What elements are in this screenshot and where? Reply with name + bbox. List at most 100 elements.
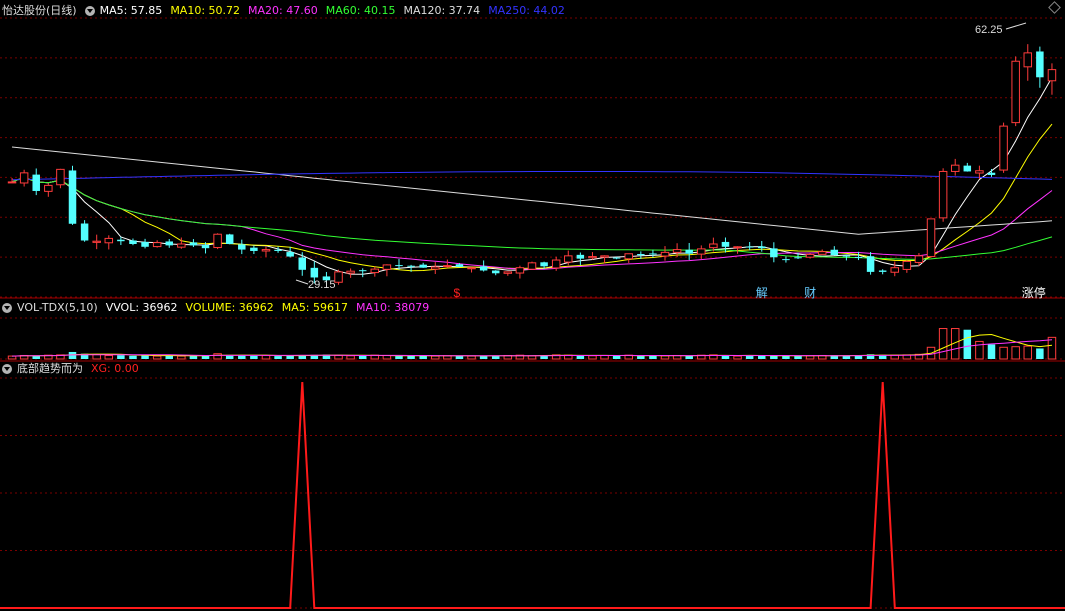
- candle-down: [286, 252, 294, 257]
- ma-legend-item-2: MA20: 47.60: [248, 4, 318, 17]
- candle-up: [902, 260, 912, 270]
- candle-down: [238, 244, 246, 250]
- volume-bar-down: [794, 356, 802, 359]
- candle-up: [527, 262, 537, 270]
- volume-bar-down: [721, 355, 730, 359]
- main-menu-icon[interactable]: [84, 6, 95, 16]
- volume-bar-up: [152, 355, 162, 360]
- candle-up: [104, 237, 114, 244]
- volume-bar-down: [250, 355, 258, 359]
- xg-signal-line: [0, 381, 1065, 609]
- volume-bar-up: [733, 355, 742, 360]
- volume-legend-item-3: MA10: 38079: [356, 301, 430, 314]
- volume-bar-down: [987, 344, 996, 359]
- volume-bar-up: [1047, 336, 1057, 360]
- candle-down: [878, 270, 887, 272]
- ma-legend-item-5: MA250: 44.02: [488, 4, 565, 17]
- candle-down: [576, 254, 585, 259]
- indicator-panel-header: 底部趋势而为 XG: 0.00: [2, 361, 139, 377]
- volume-bar-up: [1023, 345, 1033, 360]
- ma-legend: MA5: 57.85 MA10: 50.72 MA20: 47.60 MA60: 40…: [100, 3, 565, 19]
- volume-bar-up: [467, 355, 476, 360]
- candle-down: [250, 247, 258, 251]
- candle-down: [80, 223, 89, 241]
- candle-up: [600, 255, 609, 258]
- volume-legend-item-2: MA5: 59617: [281, 301, 349, 314]
- candle-down: [757, 246, 766, 249]
- candle-down: [830, 249, 839, 256]
- event-marker[interactable]: 财: [804, 286, 816, 300]
- volume-bar-down: [479, 356, 488, 359]
- candle-down: [794, 257, 802, 259]
- low-price-label: 29.15: [308, 279, 336, 291]
- candle-down: [479, 266, 488, 271]
- candle-down: [274, 249, 282, 251]
- candle-down: [310, 267, 319, 278]
- volume-bar-up: [104, 354, 114, 360]
- volume-indicator-title[interactable]: VOL-TDX(5,10): [17, 300, 98, 316]
- candle-down: [649, 253, 657, 255]
- volume-bar-down: [757, 355, 766, 359]
- volume-bar-down: [576, 355, 585, 359]
- candle-up: [672, 249, 682, 253]
- volume-ma-lines: [11, 333, 1053, 357]
- event-marker[interactable]: 涨停: [1022, 285, 1046, 300]
- candle-up: [152, 242, 162, 248]
- ma60-line: [11, 176, 1053, 260]
- volume-bar-down: [637, 356, 645, 359]
- candle-up: [92, 240, 101, 243]
- candle-down: [141, 241, 149, 247]
- candle-down: [491, 270, 500, 274]
- candle-up: [56, 168, 65, 186]
- candle-up: [515, 267, 525, 274]
- indicator-title[interactable]: 底部趋势而为: [17, 361, 83, 377]
- candle-up: [950, 164, 960, 172]
- candle-down: [129, 240, 137, 244]
- volume-menu-icon[interactable]: [2, 303, 12, 313]
- candle-down: [721, 241, 730, 247]
- volume-bar-down: [129, 355, 137, 359]
- candle-down: [455, 264, 464, 268]
- volume-bar-up: [261, 354, 271, 360]
- volume-bar-down: [854, 355, 863, 359]
- high-price-arrow: [1005, 22, 1027, 30]
- volume-bar-down: [117, 355, 125, 359]
- candle-up: [467, 267, 476, 270]
- volume-bar-up: [938, 328, 948, 360]
- indicator-menu-icon[interactable]: [2, 364, 12, 374]
- candle-up: [503, 271, 513, 274]
- volume-bar-down: [358, 355, 367, 359]
- volume-bar-down: [274, 356, 282, 359]
- xg-line: [0, 381, 1065, 609]
- volume-bar-down: [782, 355, 790, 359]
- volume-bar-up: [527, 355, 537, 360]
- candle-up: [975, 170, 984, 174]
- candle-up: [443, 265, 452, 268]
- candle-down: [68, 170, 77, 224]
- candle-up: [914, 255, 924, 263]
- main-chart-header: 怡达股份(日线) MA5: 57.85 MA10: 50.72 MA20: 47.6…: [2, 3, 565, 19]
- volume-bar-up: [92, 354, 101, 360]
- candle-up: [177, 243, 186, 248]
- candle-down: [395, 265, 403, 267]
- candle-up: [733, 246, 742, 249]
- event-marker[interactable]: $: [453, 286, 460, 300]
- candle-down: [685, 249, 693, 254]
- volume-bar-up: [1011, 346, 1020, 360]
- volume-bar-up: [346, 355, 355, 360]
- candle-down: [225, 234, 234, 244]
- candle-up: [999, 125, 1008, 171]
- ma-legend-item-4: MA120: 37.74: [403, 4, 481, 17]
- candle-down: [540, 262, 548, 267]
- candle-down: [637, 254, 645, 256]
- candle-up: [890, 267, 900, 273]
- volume-bar-down: [685, 355, 693, 359]
- candle-down: [770, 248, 778, 258]
- ma-legend-item-0: MA5: 57.85: [99, 4, 163, 17]
- event-marker[interactable]: 解: [756, 286, 768, 300]
- stock-title: 怡达股份(日线): [2, 4, 77, 17]
- candle-down: [32, 174, 40, 191]
- candle-down: [854, 256, 863, 258]
- volume-bar-up: [177, 355, 186, 360]
- candle-up: [926, 218, 936, 258]
